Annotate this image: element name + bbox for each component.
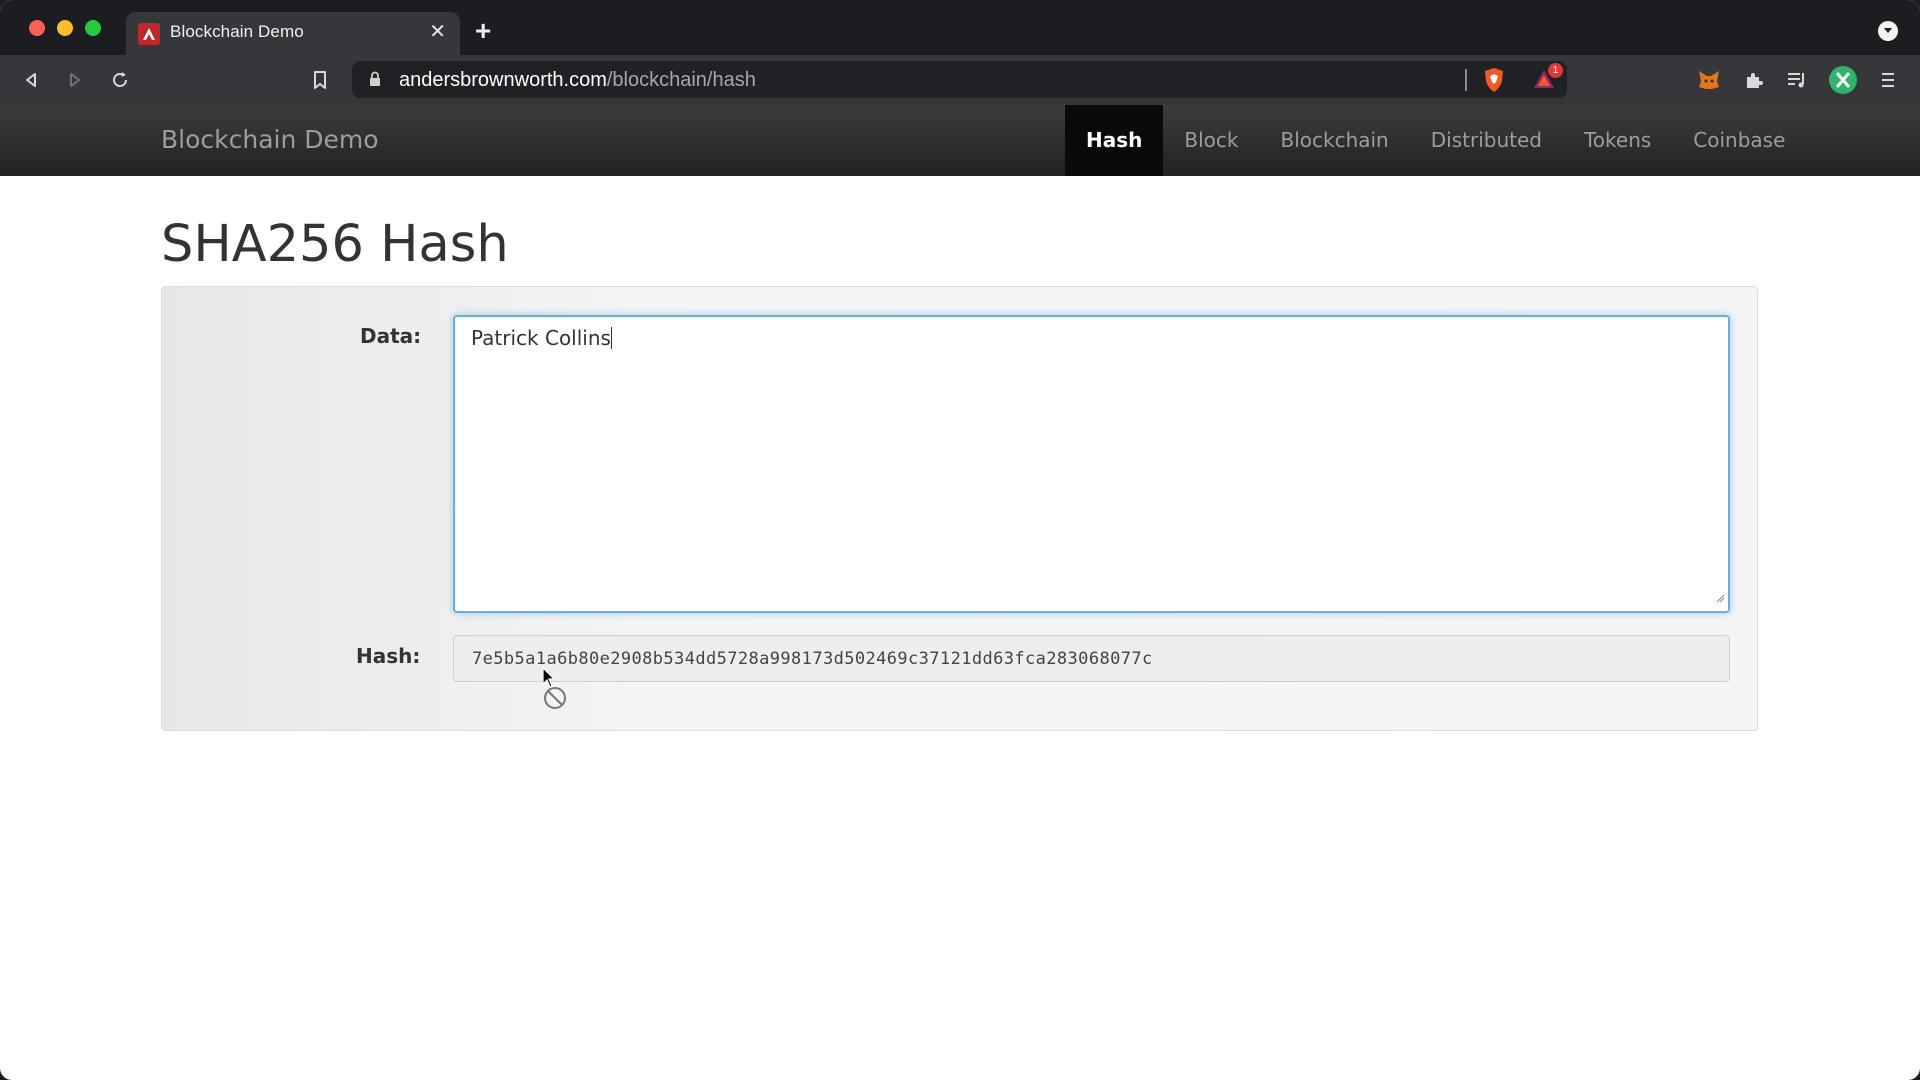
url-divider xyxy=(1465,69,1467,91)
site-nav: Hash Block Blockchain Distributed Tokens… xyxy=(1065,105,1806,176)
address-bar[interactable]: andersbrownworth.com/blockchain/hash 1 xyxy=(352,61,1567,98)
hash-label: Hash: xyxy=(356,644,421,668)
brave-shields-icon[interactable] xyxy=(1482,67,1506,98)
hash-form-panel: Data: Patrick Collins Hash: 7e5b5a1a6b80… xyxy=(161,286,1758,731)
extensions-icon[interactable] xyxy=(1741,67,1767,93)
nav-tokens[interactable]: Tokens xyxy=(1563,105,1672,176)
resize-grip-icon[interactable] xyxy=(1715,584,1725,608)
tab-close-icon[interactable]: ✕ xyxy=(429,22,446,42)
nav-distributed[interactable]: Distributed xyxy=(1410,105,1563,176)
reload-icon[interactable] xyxy=(107,67,133,93)
mouse-cursor-icon xyxy=(541,666,573,715)
forward-icon[interactable] xyxy=(62,67,88,93)
lock-icon xyxy=(368,71,382,93)
nav-blockchain[interactable]: Blockchain xyxy=(1259,105,1409,176)
tab-strip: Blockchain Demo ✕ + xyxy=(0,0,1920,55)
browser-window: Blockchain Demo ✕ + andersbrownworth.com… xyxy=(0,0,1920,1080)
metamask-icon[interactable] xyxy=(1696,67,1722,93)
tab-title: Blockchain Demo xyxy=(170,22,304,41)
rewards-badge: 1 xyxy=(1548,63,1563,78)
browser-menu-icon[interactable] xyxy=(1875,67,1901,93)
minimize-window-button[interactable] xyxy=(57,20,73,36)
hash-output[interactable]: 7e5b5a1a6b80e2908b534dd5728a998173d50246… xyxy=(453,635,1730,682)
close-window-button[interactable] xyxy=(29,20,45,36)
data-textarea[interactable]: Patrick Collins xyxy=(453,315,1730,613)
nav-hash[interactable]: Hash xyxy=(1065,105,1164,176)
data-text: Patrick Collins xyxy=(471,326,611,350)
media-playlist-icon[interactable] xyxy=(1784,67,1810,93)
browser-toolbar: andersbrownworth.com/blockchain/hash 1 xyxy=(0,55,1920,105)
data-label: Data: xyxy=(360,324,422,348)
nav-block[interactable]: Block xyxy=(1163,105,1259,176)
tab-blockchain-demo[interactable]: Blockchain Demo ✕ xyxy=(126,12,460,55)
back-icon[interactable] xyxy=(18,67,44,93)
text-caret xyxy=(610,327,612,349)
site-navbar: Blockchain Demo Hash Block Blockchain Di… xyxy=(0,105,1920,176)
profile-avatar[interactable] xyxy=(1828,65,1858,95)
site-brand[interactable]: Blockchain Demo xyxy=(161,125,379,154)
new-tab-icon[interactable]: + xyxy=(475,17,491,45)
page-title: SHA256 Hash xyxy=(161,215,509,274)
nav-coinbase[interactable]: Coinbase xyxy=(1672,105,1806,176)
maximize-window-button[interactable] xyxy=(85,20,101,36)
url-path: /blockchain/hash xyxy=(606,69,756,91)
url-text: andersbrownworth.com/blockchain/hash xyxy=(399,69,756,92)
site-favicon-icon xyxy=(138,23,160,45)
tab-search-icon[interactable] xyxy=(1878,21,1898,41)
bookmark-icon[interactable] xyxy=(307,67,333,93)
url-domain: andersbrownworth.com xyxy=(399,69,607,91)
